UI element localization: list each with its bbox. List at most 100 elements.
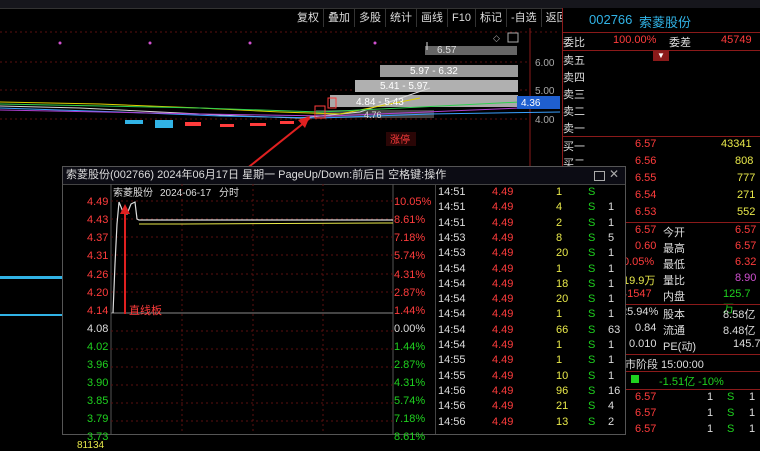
tick-side: S: [588, 323, 596, 336]
left-strip-2: [0, 314, 62, 316]
sell-3-label: 卖三: [563, 89, 585, 101]
tick-volume: 66: [556, 323, 569, 336]
tick-price: 4.49: [492, 216, 514, 229]
yleft-tick: 3.90: [87, 377, 109, 389]
yleft-tick: 4.43: [87, 214, 109, 226]
tick-count: 1: [608, 354, 615, 367]
ma-line-purple: [0, 107, 521, 117]
tick-row: 14:51 4.49 4 S 1: [436, 201, 626, 216]
tick-price: 4.49: [492, 323, 514, 336]
buy-4-price: 6.54: [635, 189, 657, 201]
tick-price: 4.49: [492, 384, 514, 397]
stat-7-value: 8.48亿: [723, 325, 756, 337]
tick-side: S: [588, 201, 596, 214]
trade-3-num: 1: [749, 423, 756, 435]
last-price-label: 4.36: [521, 98, 541, 109]
money-flow: -1.51亿 -10%: [659, 376, 724, 388]
band-label-6: 4.76: [364, 110, 382, 120]
intraday-sub-name: 索菱股份: [113, 186, 153, 199]
tick-volume: 96: [556, 384, 569, 397]
tick-time: 14:51: [438, 201, 466, 214]
toolbar-multistock-button[interactable]: 多股: [355, 9, 386, 27]
avg-price-line: [139, 222, 394, 225]
tick-price: 4.49: [492, 308, 514, 321]
main-kline-chart[interactable]: 6.57 5.97 - 6.32 5.41 - 5.97 4.84 - 5.43…: [0, 28, 560, 170]
trade-3-type: S: [727, 423, 735, 435]
tick-volume: 1: [556, 308, 563, 321]
tick-side: S: [588, 369, 596, 382]
tick-row: 14:55 4.49 1 S 1: [436, 354, 626, 369]
limit-up-tag: 涨停: [390, 133, 410, 146]
yleft-tick: 4.02: [87, 341, 109, 353]
tick-volume: 21: [556, 400, 569, 413]
stat-8-value: 145.7: [733, 338, 760, 350]
session-status: 市阶段 15:00:00: [625, 359, 704, 371]
intraday-yaxis-right: 10.05% 8.61% 7.18% 5.74% 4.31% 2.87% 1.4…: [393, 185, 433, 443]
trade-2-num: 1: [749, 407, 756, 419]
tick-row: 14:55 4.49 10 S 1: [436, 370, 626, 385]
yaxis-label-500: 5.00: [535, 86, 555, 97]
tick-trade-list[interactable]: 14:51 4.49 1 S 14:51 4.49 4 S 1 14:51 4.49 2 S 1 14:53…: [435, 185, 626, 434]
toolbar-f10-button[interactable]: F10: [448, 9, 476, 27]
intraday-chart[interactable]: 索菱股份 2024-06-17 分时 直线板: [63, 184, 435, 434]
stat-4-key: 量比: [663, 275, 685, 287]
intraday-popup[interactable]: 索菱股份(002766) 2024年06月17日 星期一 PageUp/Down…: [62, 166, 626, 451]
yleft-tick: 4.14: [87, 305, 109, 317]
tick-row: 14:54 4.49 20 S 1: [436, 293, 626, 308]
toolbar-stats-button[interactable]: 统计: [386, 9, 417, 27]
chart-toolbar: 复权 叠加 多股 统计 画线 F10 标记 -自选 返回: [293, 9, 573, 27]
band-label-1: 6.57: [437, 45, 457, 56]
yleft-tick: 4.26: [87, 269, 109, 281]
yright-tick: 0.00%: [394, 323, 426, 335]
tick-count: 2: [608, 415, 615, 428]
tick-volume: 20: [556, 293, 569, 306]
close-icon[interactable]: ✕: [609, 167, 619, 181]
yright-tick: 7.18%: [394, 413, 426, 425]
tick-row: 14:56 4.49 13 S 2: [436, 416, 626, 431]
tick-time: 14:56: [438, 400, 466, 413]
stat-2-key: 最高: [663, 243, 685, 255]
tick-time: 14:54: [438, 293, 466, 306]
tick-volume: 8: [556, 231, 563, 244]
yleft-tick: 4.31: [87, 250, 109, 262]
trade-1-vol: 1: [707, 391, 714, 403]
stat-2-left: 0.60: [635, 240, 657, 252]
tick-time: 14:54: [438, 323, 466, 336]
toolbar-overlay-button[interactable]: 叠加: [324, 9, 355, 27]
tick-volume: 1: [556, 186, 563, 198]
left-strip-1: [0, 276, 62, 279]
toolbar-draw-button[interactable]: 画线: [417, 9, 448, 27]
sell-4-label: 卖四: [563, 72, 585, 84]
toolbar-watchlist-button[interactable]: -自选: [507, 9, 542, 27]
buy-5-vol: 552: [737, 206, 756, 218]
tick-side: S: [588, 216, 596, 229]
yright-tick: 4.31%: [394, 269, 426, 281]
stat-3-key: 最低: [663, 259, 685, 271]
tick-time: 14:54: [438, 308, 466, 321]
tick-row: 14:54 4.49 1 S 1: [436, 308, 626, 323]
tick-side: S: [588, 384, 596, 397]
band-label-2: 5.97 - 6.32: [410, 66, 458, 77]
maximize-icon[interactable]: [594, 171, 605, 181]
toolbar-fuquan-button[interactable]: 复权: [293, 9, 324, 27]
yright-tick: 5.74%: [394, 395, 426, 407]
tick-volume: 18: [556, 277, 569, 290]
weicha-value: 45749: [721, 34, 752, 46]
trade-2-type: S: [727, 407, 735, 419]
trade-3-price: 6.57: [635, 423, 657, 435]
tick-count: 1: [608, 247, 615, 260]
toolbar-mark-button[interactable]: 标记: [476, 9, 507, 27]
stat-8-key: PE(动): [663, 341, 696, 353]
tick-volume: 13: [556, 415, 569, 428]
tick-count: 1: [608, 277, 615, 290]
stat-6-key: 股本: [663, 309, 685, 321]
weibi-value: 100.00%: [613, 34, 657, 46]
tick-count: 1: [608, 308, 615, 321]
popup-title-bar[interactable]: 索菱股份(002766) 2024年06月17日 星期一 PageUp/Down…: [63, 167, 625, 185]
tick-count: 63: [608, 323, 621, 336]
tick-row: 14:56 4.49 21 S 4: [436, 400, 626, 415]
stat-7-left: 0.84: [635, 322, 657, 334]
buy-4-vol: 271: [737, 189, 756, 201]
tick-time: 14:55: [438, 354, 466, 367]
tick-volume: 20: [556, 247, 569, 260]
